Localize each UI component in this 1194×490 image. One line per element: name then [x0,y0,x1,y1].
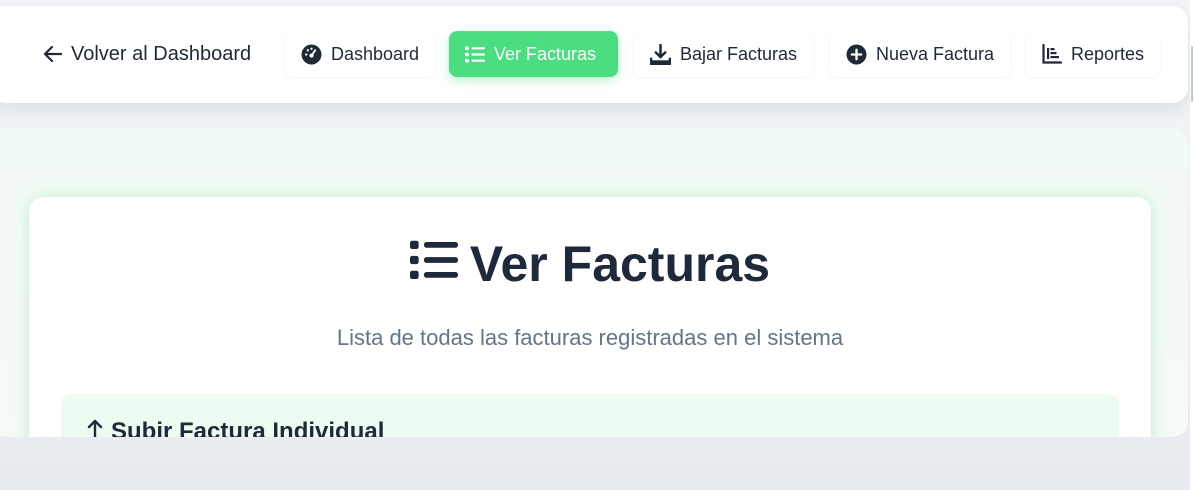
nav-item-bajar-facturas[interactable]: Bajar Facturas [634,31,814,77]
nav-item-reportes[interactable]: Reportes [1026,31,1161,77]
bar-chart-icon [1042,44,1062,64]
nav-item-label: Ver Facturas [494,43,597,64]
list-icon [409,235,458,293]
page-title-text: Ver Facturas [469,236,771,292]
list-icon [465,46,485,63]
upload-section: Subir Factura Individual [61,394,1119,437]
upload-section-title-text: Subir Factura Individual [111,418,385,437]
facturas-card: Ver Facturas Lista de todas las facturas… [29,197,1151,437]
scrollbar-thumb[interactable] [1191,46,1193,102]
nav-item-dashboard[interactable]: Dashboard [285,31,436,77]
nav-item-label: Nueva Factura [876,43,995,64]
download-icon [650,43,671,65]
top-navbar: Volver al Dashboard Dashboard Ver Factur… [0,6,1188,103]
arrow-up-icon [87,418,103,437]
nav-item-label: Reportes [1071,43,1145,64]
nav-item-label: Dashboard [331,43,420,64]
nav-item-nueva-factura[interactable]: Nueva Factura [830,31,1011,77]
plus-circle-icon [846,44,867,65]
page-subtitle: Lista de todas las facturas registradas … [336,325,844,350]
dashboard-gauge-icon [301,44,322,65]
nav-item-label: Bajar Facturas [680,43,798,64]
arrow-left-icon [44,46,62,62]
main-content-panel: Ver Facturas Lista de todas las facturas… [0,128,1188,437]
page-title: Ver Facturas [29,235,1151,293]
nav-item-ver-facturas[interactable]: Ver Facturas [449,31,618,77]
back-to-dashboard-link[interactable]: Volver al Dashboard [30,31,266,77]
upload-section-title: Subir Factura Individual [87,418,384,437]
back-link-label: Volver al Dashboard [71,42,252,65]
